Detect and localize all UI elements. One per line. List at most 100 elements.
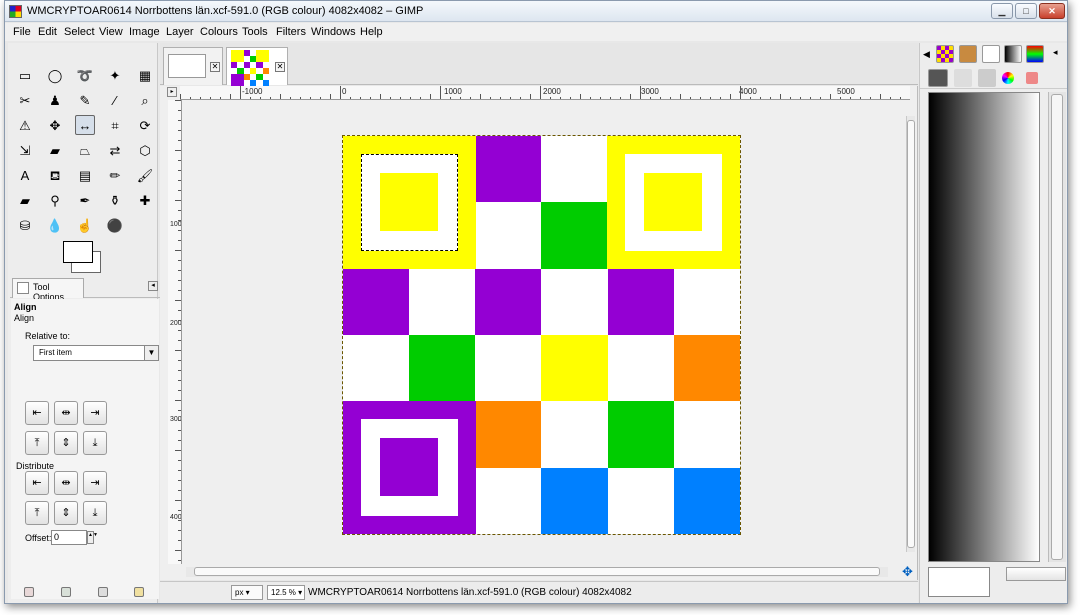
blend-icon[interactable]: ▤ <box>75 165 95 185</box>
scroll-thumb[interactable] <box>194 567 880 576</box>
move-icon[interactable]: ✥ <box>45 115 65 135</box>
image-tab-1[interactable]: ✕ <box>163 47 223 85</box>
rotate-icon[interactable]: ⟳ <box>135 115 155 135</box>
close-icon[interactable]: ✕ <box>210 62 220 72</box>
scale-icon[interactable]: ⇲ <box>15 140 35 160</box>
ellipse-select-icon[interactable]: ◯ <box>45 65 65 85</box>
spin-arrows-icon[interactable]: ▲▼ <box>87 531 98 544</box>
scroll-thumb[interactable] <box>907 120 915 548</box>
tab-menu-icon[interactable]: ◂ <box>148 281 158 291</box>
image-tab-2[interactable]: ✕ <box>226 47 288 86</box>
vertical-ruler[interactable]: 1000200030004000 <box>168 100 182 564</box>
reset-options-icon[interactable] <box>134 587 144 597</box>
horizontal-scrollbar[interactable] <box>186 567 888 577</box>
perspective-icon[interactable]: ⏢ <box>75 140 95 160</box>
distribute-button-1[interactable]: ⇹ <box>54 471 78 495</box>
relative-to-select[interactable]: First item ▼ <box>33 345 159 361</box>
scroll-thumb[interactable] <box>1051 94 1063 560</box>
measure-icon[interactable]: ⚠ <box>15 115 35 135</box>
text-icon[interactable]: A <box>15 165 35 185</box>
undo-tab-icon[interactable] <box>1026 72 1038 84</box>
paths-tab-icon[interactable] <box>978 69 996 87</box>
canvas[interactable] <box>182 101 902 563</box>
distribute-button-3[interactable]: ⤒ <box>25 501 49 525</box>
paths-icon[interactable]: ✎ <box>75 90 95 110</box>
navigate-icon[interactable]: ✥ <box>902 564 913 580</box>
distribute-button-4[interactable]: ⇕ <box>54 501 78 525</box>
save-options-icon[interactable] <box>24 587 34 597</box>
menu-edit[interactable]: Edit <box>38 26 57 38</box>
dodge-burn-icon[interactable]: ⚫ <box>105 215 125 235</box>
menu-windows[interactable]: Windows <box>311 26 356 38</box>
align-button-0[interactable]: ⇤ <box>25 401 49 425</box>
vertical-scrollbar[interactable] <box>906 116 915 552</box>
airbrush-icon[interactable]: ⚲ <box>45 190 65 210</box>
align-button-1[interactable]: ⇹ <box>54 401 78 425</box>
eraser-icon[interactable]: ▰ <box>15 190 35 210</box>
zoom-select[interactable]: 12.5 % ▾ <box>267 585 305 600</box>
color-select-icon[interactable]: ▦ <box>135 65 155 85</box>
align-button-3[interactable]: ⤒ <box>25 431 49 455</box>
shear-icon[interactable]: ▰ <box>45 140 65 160</box>
align-button-5[interactable]: ⤓ <box>83 431 107 455</box>
colors-tab-icon[interactable] <box>1002 72 1014 84</box>
scissors-icon[interactable]: ✂ <box>15 90 35 110</box>
bucket-fill-icon[interactable]: ⛾ <box>45 165 65 185</box>
cage-icon[interactable]: ⬡ <box>135 140 155 160</box>
crosshair-tab-icon[interactable] <box>982 45 1000 63</box>
menu-image[interactable]: Image <box>129 26 160 38</box>
menu-layer[interactable]: Layer <box>166 26 194 38</box>
delete-options-icon[interactable] <box>98 587 108 597</box>
gradient-preview[interactable] <box>928 92 1040 562</box>
offset-input[interactable]: 0 ▲▼ <box>51 530 98 545</box>
distribute-button-2[interactable]: ⇥ <box>83 471 107 495</box>
finder-pattern-bottom-left[interactable] <box>343 401 476 534</box>
align-icon[interactable]: ↔ <box>75 115 95 135</box>
menu-select[interactable]: Select <box>64 26 95 38</box>
gradient-tab-icon[interactable] <box>1004 45 1022 63</box>
close-icon[interactable]: ✕ <box>275 62 285 72</box>
heal-icon[interactable]: ✚ <box>135 190 155 210</box>
crop-icon[interactable]: ⌗ <box>105 115 125 135</box>
menu-tools[interactable]: Tools <box>242 26 268 38</box>
dock-scrollbar[interactable] <box>1048 92 1066 562</box>
foreground-select-icon[interactable]: ♟ <box>45 90 65 110</box>
finder-pattern-top-left[interactable] <box>343 136 476 269</box>
pencil-icon[interactable]: ✏ <box>105 165 125 185</box>
tab-menu-icon[interactable]: ◂ <box>1053 47 1058 58</box>
align-button-4[interactable]: ⇕ <box>54 431 78 455</box>
zoom-icon[interactable]: ⌕ <box>135 90 155 110</box>
clone-icon[interactable]: ⚱ <box>105 190 125 210</box>
paintbrush-icon[interactable]: 🖌 <box>135 165 155 185</box>
channels-tab-icon[interactable] <box>954 69 972 87</box>
menu-filters[interactable]: Filters <box>276 26 306 38</box>
finder-pattern-top-right[interactable] <box>607 136 740 269</box>
align-button-2[interactable]: ⇥ <box>83 401 107 425</box>
distribute-button-0[interactable]: ⇤ <box>25 471 49 495</box>
qr-board[interactable] <box>342 135 741 535</box>
menu-view[interactable]: View <box>99 26 123 38</box>
layers-tab-icon[interactable] <box>928 69 948 87</box>
ink-icon[interactable]: ✒ <box>75 190 95 210</box>
smudge-icon[interactable]: ☝ <box>75 215 95 235</box>
perspective-clone-icon[interactable]: ⛁ <box>15 215 35 235</box>
lasso-icon[interactable]: ➰ <box>75 65 95 85</box>
chevron-left-icon[interactable]: ◀ <box>923 49 930 60</box>
menu-colours[interactable]: Colours <box>200 26 238 38</box>
fuzzy-select-icon[interactable]: ✦ <box>105 65 125 85</box>
fg-bg-colors[interactable] <box>63 241 109 275</box>
restore-options-icon[interactable] <box>61 587 71 597</box>
foreground-color-swatch[interactable] <box>63 241 93 263</box>
flip-icon[interactable]: ⇄ <box>105 140 125 160</box>
brush-tab-icon[interactable] <box>959 45 977 63</box>
close-button[interactable]: ✕ <box>1039 3 1065 19</box>
color-picker-icon[interactable]: ⁄ <box>105 90 125 110</box>
rect-select-icon[interactable]: ▭ <box>15 65 35 85</box>
minimize-button[interactable]: ▁ <box>991 3 1013 19</box>
menu-file[interactable]: File <box>13 26 31 38</box>
maximize-button[interactable]: □ <box>1015 3 1037 19</box>
gradient-name-field[interactable] <box>928 567 990 597</box>
horizontal-ruler[interactable]: -1000 0 1000 2000 3000 4000 5000 <box>180 86 910 100</box>
quick-mask-icon[interactable]: ▸ <box>167 87 177 97</box>
palette-tab-icon[interactable] <box>1026 45 1044 63</box>
